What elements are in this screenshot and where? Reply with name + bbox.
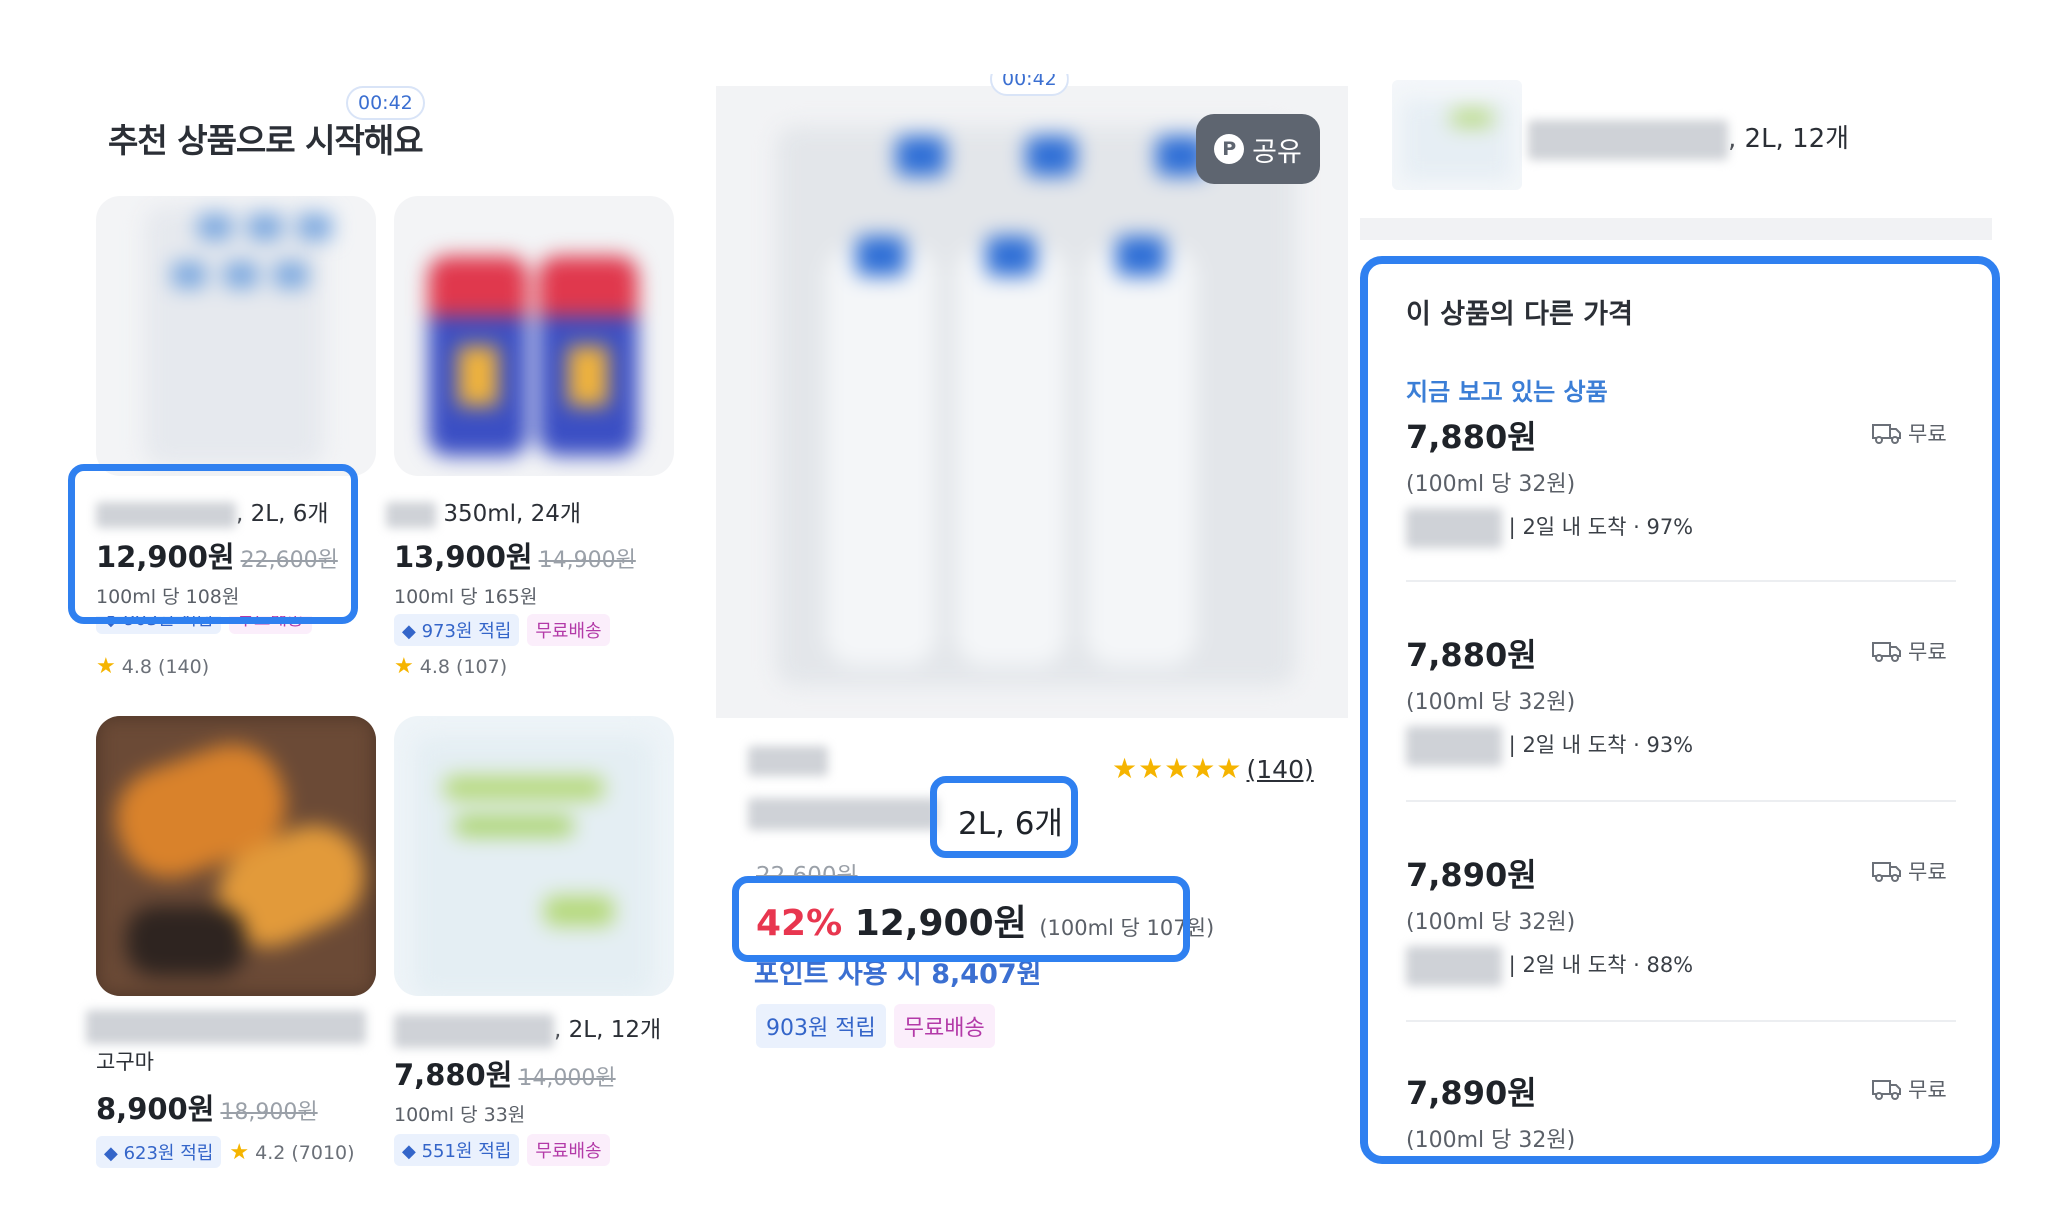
highlight-price xyxy=(732,876,1190,962)
seller-name xyxy=(1406,726,1502,766)
truck-icon xyxy=(1872,642,1901,662)
offer-shipping: 무료 xyxy=(1872,418,1947,448)
offer-unit-price: (100ml 당 32원) xyxy=(1406,690,1576,715)
original-price: 14,000원 xyxy=(518,1066,616,1091)
product-thumbnail[interactable] xyxy=(96,196,376,476)
points-chip: ◆ 973원 적립 xyxy=(394,614,520,646)
points-chip: 903원 적립 xyxy=(756,1004,886,1048)
points-chip: ◆ 551원 적립 xyxy=(394,1134,520,1166)
truck-icon xyxy=(1872,862,1901,882)
highlight-option xyxy=(930,776,1078,858)
offer-price[interactable]: 7,880원 xyxy=(1406,630,1537,676)
original-price: 18,900원 xyxy=(220,1100,318,1125)
product-thumbnail[interactable] xyxy=(1392,80,1522,190)
offer-unit-price: (100ml 당 32원) xyxy=(1406,910,1576,935)
rating-stars[interactable]: ★★★★★ (140) xyxy=(1112,752,1314,785)
offer-shipping: 무료 xyxy=(1872,856,1947,886)
original-price: 14,900원 xyxy=(538,548,636,573)
share-button[interactable]: P 공유 xyxy=(1196,114,1320,184)
unit-price: 100ml 당 33원 xyxy=(394,1104,526,1126)
point-coin-icon: ◆ xyxy=(104,1143,118,1164)
product-thumbnail[interactable] xyxy=(96,716,376,996)
point-coin-icon: ◆ xyxy=(402,621,416,642)
seller-name xyxy=(1406,508,1502,548)
product-name[interactable]: 350ml, 24개 xyxy=(386,494,581,528)
product-price: 7,880원 14,000원 xyxy=(394,1058,616,1092)
product-name-sub: 고구마 xyxy=(96,1050,154,1074)
offer-price[interactable]: 7,880원 xyxy=(1406,412,1537,458)
offer-shipping: 무료 xyxy=(1872,636,1947,666)
offer-price[interactable]: 7,890원 xyxy=(1406,1068,1537,1114)
product-thumbnail[interactable] xyxy=(394,196,674,476)
product-thumbnail[interactable] xyxy=(394,716,674,996)
points-badge-icon: P xyxy=(1214,134,1245,164)
star-icon: ★ xyxy=(394,654,414,679)
product-name[interactable] xyxy=(86,1010,366,1044)
rating: ★ 4.2 (7010) xyxy=(229,1140,355,1165)
offer-unit-price: (100ml 당 32원) xyxy=(1406,1128,1576,1153)
free-shipping-chip: 무료배송 xyxy=(527,614,610,646)
offer-meta: | 2일 내 도착 · 93% xyxy=(1406,726,1693,766)
product-name[interactable]: , 2L, 12개 xyxy=(394,1010,661,1048)
seller-name xyxy=(1406,946,1502,986)
brand-name[interactable] xyxy=(748,746,828,776)
rating: ★ 4.8 (140) xyxy=(96,654,210,679)
rating: ★ 4.8 (107) xyxy=(394,654,508,679)
section-title: 추천 상품으로 시작해요 xyxy=(108,121,424,160)
unit-price: 100ml 당 165원 xyxy=(394,586,538,608)
truck-icon xyxy=(1872,424,1901,444)
offer-meta: | 2일 내 도착 · 97% xyxy=(1406,508,1693,548)
other-prices-title: 이 상품의 다른 가격 xyxy=(1406,299,1633,330)
product-price: 13,900원 14,900원 xyxy=(394,540,636,574)
offer-meta: | 2일 내 도착 · 88% xyxy=(1406,946,1693,986)
points-chip: ◆ 623원 적립 xyxy=(96,1136,222,1168)
offer-shipping: 무료 xyxy=(1872,1074,1947,1104)
timer-badge: 00:42 xyxy=(990,74,1069,96)
truck-icon xyxy=(1872,1080,1901,1100)
now-viewing-label: 지금 보고 있는 상품 xyxy=(1406,378,1608,406)
highlight-product-1 xyxy=(68,464,358,624)
product-title xyxy=(748,798,938,830)
free-shipping-chip: 무료배송 xyxy=(527,1134,610,1166)
product-price: 8,900원 18,900원 xyxy=(96,1092,318,1126)
section-divider xyxy=(1360,218,1992,240)
offer-price[interactable]: 7,890원 xyxy=(1406,850,1537,896)
star-icon: ★ xyxy=(229,1140,250,1165)
point-coin-icon: ◆ xyxy=(402,1141,416,1162)
product-name: , 2L, 12개 xyxy=(1528,118,1849,160)
offer-unit-price: (100ml 당 32원) xyxy=(1406,472,1576,497)
free-shipping-chip: 무료배송 xyxy=(893,1004,995,1048)
star-icon: ★ xyxy=(96,654,116,679)
